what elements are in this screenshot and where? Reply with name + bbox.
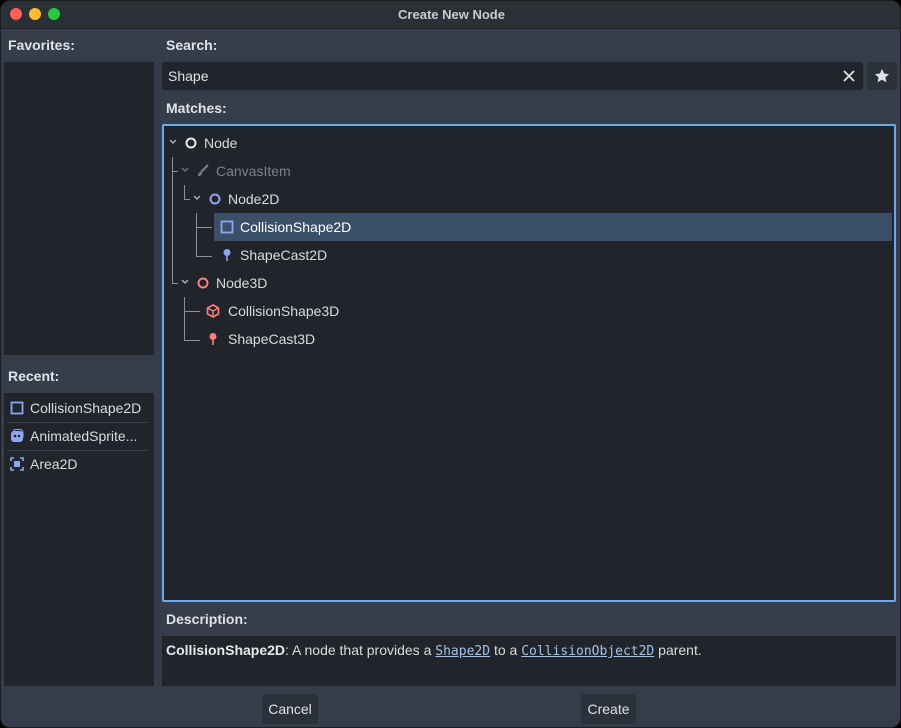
favorite-button[interactable]	[867, 62, 897, 90]
animated-sprite-icon	[11, 429, 24, 442]
chevron-down-icon[interactable]	[180, 277, 190, 287]
search-input-value: Shape	[168, 68, 209, 84]
tree-item-node2d[interactable]: Node2D	[164, 185, 894, 213]
collision-shape-2d-icon	[10, 401, 24, 415]
tree-item-label: CollisionShape3D	[228, 303, 340, 319]
shape-cast-2d-icon	[223, 249, 231, 261]
canvas-item-brush-icon	[198, 164, 209, 176]
recent-label: Recent:	[8, 368, 60, 384]
cancel-button[interactable]: Cancel	[262, 694, 318, 724]
description-panel: CollisionShape2D: A node that provides a…	[162, 636, 896, 686]
recent-item-label: AnimatedSprite...	[30, 428, 138, 444]
recent-item-animatedsprite[interactable]: AnimatedSprite...	[4, 422, 150, 450]
chevron-down-icon[interactable]	[168, 137, 178, 147]
recent-list[interactable]: CollisionShape2D AnimatedSprite... Area2…	[4, 393, 154, 686]
tree-guide-line	[196, 227, 212, 228]
description-text: : A node that provides a	[285, 642, 436, 658]
search-input[interactable]: Shape	[162, 62, 863, 90]
create-button[interactable]: Create	[581, 694, 636, 724]
tree-item-collisionshape2d[interactable]: CollisionShape2D	[214, 213, 892, 241]
collision-shape-3d-icon	[206, 304, 220, 318]
recent-item-area2d[interactable]: Area2D	[4, 450, 150, 478]
chevron-down-icon[interactable]	[180, 165, 190, 175]
tree-guide-line	[184, 340, 200, 341]
node-circle-icon	[185, 137, 197, 149]
recent-item-label: Area2D	[30, 456, 78, 472]
tree-item-node[interactable]: Node	[164, 129, 894, 157]
window-title: Create New Node	[398, 7, 505, 22]
tree-item-canvasitem[interactable]: CanvasItem	[164, 157, 894, 185]
tree-item-shapecast3d[interactable]: ShapeCast3D	[202, 325, 892, 353]
tree-guide-line	[196, 256, 212, 257]
title-bar: Create New Node	[1, 1, 900, 29]
shape-cast-3d-icon	[209, 333, 217, 345]
tree-item-label: Node3D	[216, 275, 268, 291]
description-text: parent.	[654, 642, 702, 658]
search-label: Search:	[166, 37, 218, 53]
tree-item-label: CollisionShape2D	[240, 219, 352, 235]
tree-item-label: ShapeCast2D	[240, 247, 328, 263]
tree-item-node3d[interactable]: Node3D	[164, 269, 894, 297]
tree-guide-line	[184, 297, 185, 341]
recent-item-label: CollisionShape2D	[30, 400, 142, 416]
tree-item-label: ShapeCast3D	[228, 331, 316, 347]
favorites-label: Favorites:	[8, 37, 75, 53]
create-node-dialog: Create New Node Favorites: Recent: Colli…	[0, 0, 901, 728]
area-2d-icon	[10, 457, 24, 471]
description-text: to a	[490, 642, 522, 658]
tree-guide-line	[196, 213, 197, 257]
chevron-down-icon[interactable]	[192, 193, 202, 203]
tree-guide-line	[184, 311, 200, 312]
description-node-name: CollisionShape2D	[166, 642, 286, 658]
shape2d-link[interactable]: Shape2D	[435, 644, 490, 659]
recent-item-collisionshape2d[interactable]: CollisionShape2D	[4, 394, 150, 422]
star-icon	[875, 69, 889, 83]
matches-tree[interactable]: Node CanvasItem Node2D CollisionShape2D …	[162, 124, 896, 602]
tree-item-shapecast2d[interactable]: ShapeCast2D	[214, 241, 892, 269]
tree-item-label: Node2D	[228, 191, 280, 207]
tree-item-label: Node	[204, 135, 238, 151]
description-label: Description:	[166, 611, 248, 627]
favorites-list[interactable]	[4, 62, 154, 355]
matches-label: Matches:	[166, 100, 227, 116]
node3d-circle-icon	[197, 277, 209, 289]
clear-search-icon[interactable]	[841, 68, 857, 84]
collision-shape-2d-icon	[220, 220, 234, 234]
tree-item-label: CanvasItem	[216, 163, 291, 179]
tree-item-collisionshape3d[interactable]: CollisionShape3D	[202, 297, 892, 325]
collisionobject2d-link[interactable]: CollisionObject2D	[521, 644, 654, 659]
node2d-circle-icon	[209, 193, 221, 205]
